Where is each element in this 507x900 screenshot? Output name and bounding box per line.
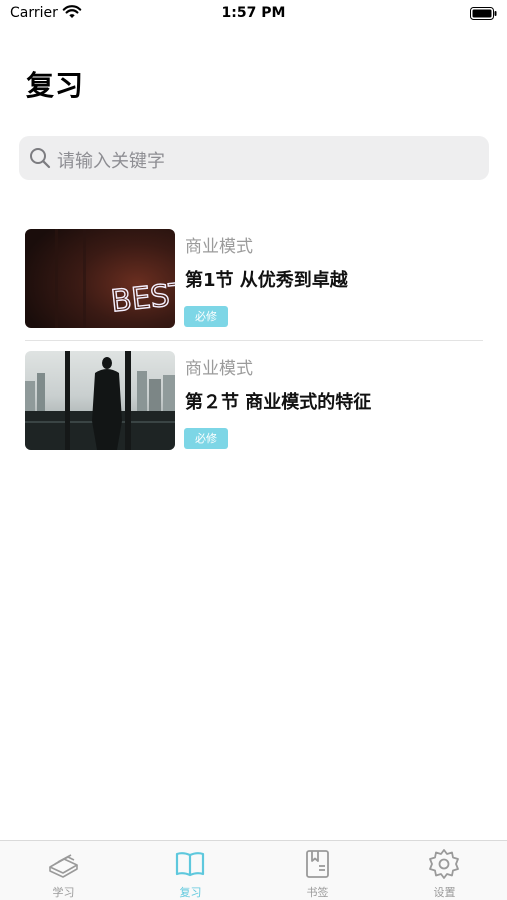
search-icon xyxy=(30,148,51,169)
required-badge: 必修 xyxy=(184,306,228,327)
tab-label: 设置 xyxy=(433,886,456,899)
search-input[interactable]: 请输入关键字 xyxy=(57,147,165,173)
divider xyxy=(25,340,483,341)
search-bar[interactable]: 请输入关键字 xyxy=(19,136,489,180)
battery-icon xyxy=(470,7,497,20)
lesson-category: 商业模式 xyxy=(185,237,253,257)
lesson-category: 商业模式 xyxy=(185,359,253,379)
book-stack-icon xyxy=(49,854,78,878)
gear-icon xyxy=(429,849,459,879)
tab-bar: 学习 复习 书签 设置 xyxy=(0,840,507,900)
list-item[interactable]: 商业模式 第２节 商业模式的特征 必修 xyxy=(25,351,485,451)
bookmark-book-icon xyxy=(306,850,329,878)
lesson-title: 第1节 从优秀到卓越 xyxy=(185,270,348,291)
tab-label: 学习 xyxy=(52,886,75,899)
tab-study[interactable]: 学习 xyxy=(0,841,127,900)
lesson-title: 第２节 商业模式的特征 xyxy=(185,392,372,413)
tab-label: 书签 xyxy=(306,886,329,899)
clock: 1:57 PM xyxy=(221,5,286,21)
list-item[interactable]: BEST 商业模式 第1节 从优秀到卓越 必修 xyxy=(25,229,485,329)
lesson-thumbnail xyxy=(25,351,175,450)
status-bar: Carrier 1:57 PM xyxy=(0,0,507,28)
page-title: 复习 xyxy=(26,69,85,102)
tab-review[interactable]: 复习 xyxy=(127,841,254,900)
tab-bookmarks[interactable]: 书签 xyxy=(254,841,381,900)
tab-settings[interactable]: 设置 xyxy=(381,841,507,900)
svg-text:BEST: BEST xyxy=(109,276,175,319)
lesson-thumbnail: BEST xyxy=(25,229,175,328)
tab-label: 复习 xyxy=(179,886,202,899)
required-badge: 必修 xyxy=(184,428,228,449)
open-book-icon xyxy=(175,852,205,877)
